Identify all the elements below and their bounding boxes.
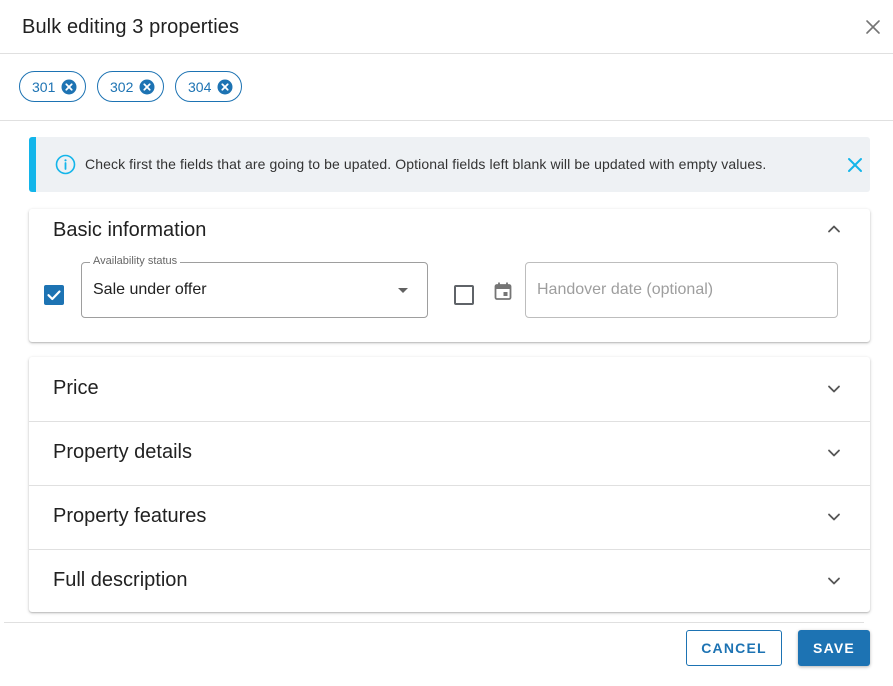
selected-properties-chips: 301 302 304: [0, 55, 893, 121]
section-title: Price: [53, 377, 99, 399]
handover-date-placeholder: Handover date (optional): [537, 281, 714, 298]
chip-label: 304: [188, 78, 212, 95]
chevron-down-icon: [828, 577, 840, 585]
check-icon: [47, 290, 61, 301]
cancel-circle-icon[interactable]: [217, 79, 233, 95]
handover-date-input[interactable]: Handover date (optional): [525, 262, 838, 318]
basic-information-section: Basic information Availability status Sa…: [29, 209, 870, 342]
availability-checkbox[interactable]: [44, 285, 64, 305]
save-button[interactable]: SAVE: [798, 630, 870, 666]
collapsed-sections: Price Property details Property features…: [29, 357, 870, 612]
dialog-title: Bulk editing 3 properties: [22, 16, 240, 38]
footer-divider: [4, 622, 864, 623]
availability-status-value: Sale under offer: [93, 281, 207, 298]
dropdown-arrow-icon: [398, 288, 408, 293]
section-title: Property details: [53, 441, 192, 463]
chip-304[interactable]: 304: [175, 71, 243, 102]
bulk-edit-dialog: Bulk editing 3 properties 301 302 304 Ch…: [0, 0, 893, 686]
close-icon[interactable]: [862, 16, 884, 38]
section-property-details[interactable]: Property details: [29, 421, 870, 485]
alert-message: Check first the fields that are going to…: [85, 156, 767, 172]
section-property-features[interactable]: Property features: [29, 485, 870, 549]
section-title: Full description: [53, 569, 188, 591]
section-title: Property features: [53, 505, 207, 527]
chip-302[interactable]: 302: [97, 71, 165, 102]
chevron-up-icon[interactable]: [826, 221, 842, 237]
section-full-description[interactable]: Full description: [29, 549, 870, 613]
section-price[interactable]: Price: [29, 357, 870, 421]
chip-label: 302: [110, 78, 134, 95]
close-icon[interactable]: [846, 156, 864, 174]
availability-status-label: Availability status: [90, 255, 181, 267]
chevron-down-icon: [828, 513, 840, 521]
chevron-down-icon: [828, 385, 840, 393]
cancel-circle-icon[interactable]: [139, 79, 155, 95]
calendar-icon[interactable]: [493, 281, 513, 301]
availability-status-select[interactable]: Availability status Sale under offer: [81, 255, 428, 318]
cancel-button[interactable]: CANCEL: [686, 630, 782, 666]
section-title: Basic information: [53, 219, 207, 241]
info-icon: [55, 154, 76, 175]
cancel-circle-icon[interactable]: [61, 79, 77, 95]
info-alert: Check first the fields that are going to…: [29, 137, 870, 192]
chip-label: 301: [32, 78, 56, 95]
dialog-header: Bulk editing 3 properties: [0, 0, 893, 54]
chip-301[interactable]: 301: [19, 71, 87, 102]
chevron-down-icon: [828, 449, 840, 457]
handover-date-checkbox[interactable]: [454, 285, 474, 305]
